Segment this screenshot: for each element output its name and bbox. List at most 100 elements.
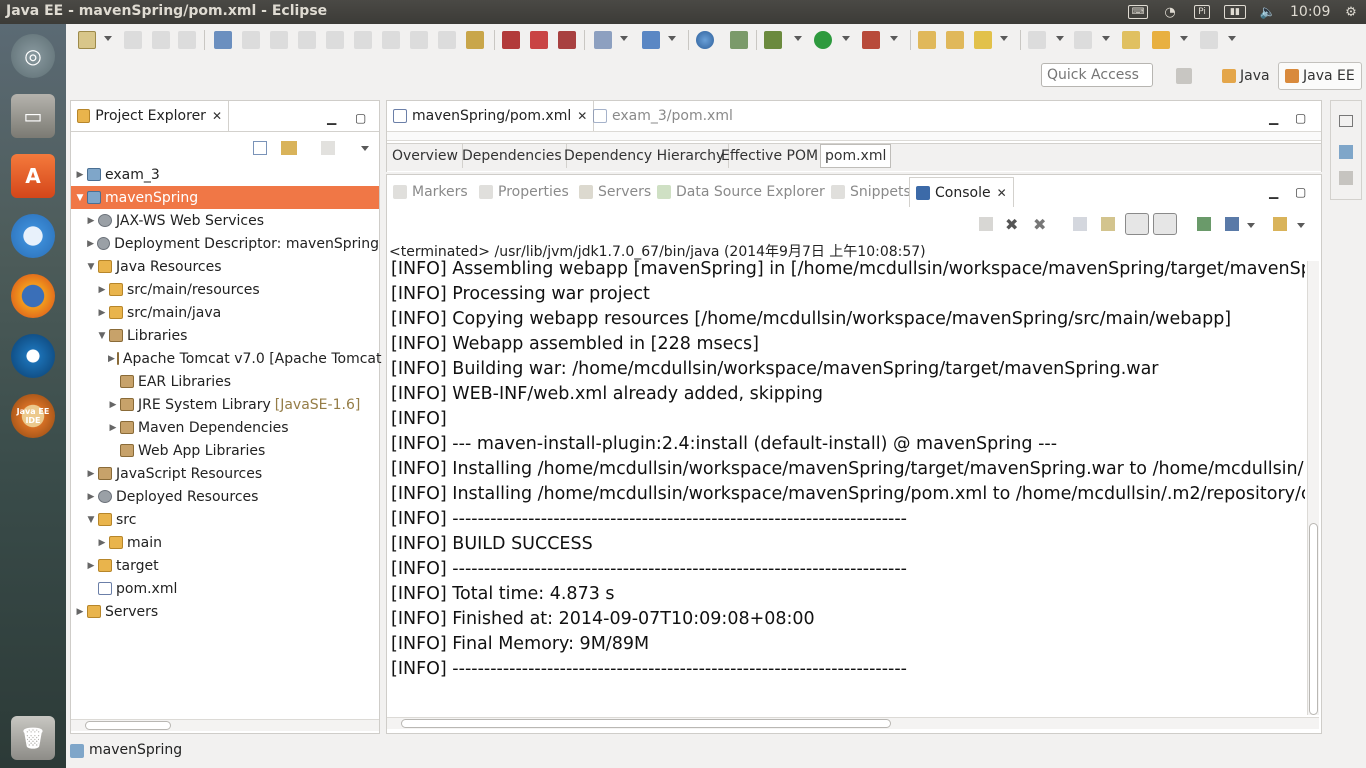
tree-item[interactable]: ▶ Maven Dependencies	[71, 416, 379, 439]
expand-toggle-icon[interactable]: ▶	[108, 354, 115, 364]
trash-icon[interactable]: 🗑	[7, 712, 59, 764]
pin-console-icon[interactable]	[1197, 217, 1211, 231]
search-icon[interactable]	[974, 31, 992, 49]
expand-toggle-icon[interactable]: ▶	[86, 469, 96, 479]
tree-item[interactable]: ▼ Libraries	[71, 324, 379, 347]
tab-exam3-pom[interactable]: exam_3/pom.xml	[587, 101, 739, 131]
minimize-icon[interactable]: ▁	[1269, 185, 1278, 199]
expand-toggle-icon[interactable]: ▶	[75, 607, 85, 617]
open-task-icon[interactable]	[946, 31, 964, 49]
terminate-icon[interactable]	[298, 31, 316, 49]
external-tools-icon[interactable]	[862, 31, 880, 49]
tab-data-source-explorer[interactable]: Data Source Explorer	[651, 177, 831, 207]
terminate-icon[interactable]	[979, 217, 993, 231]
remove-launch-icon[interactable]: ✖	[1005, 215, 1018, 234]
dash-home-icon[interactable]: ◎	[7, 30, 59, 82]
expand-toggle-icon[interactable]: ▶	[97, 285, 107, 295]
tab-snippets[interactable]: Snippets	[825, 177, 917, 207]
display-selected-console-icon[interactable]	[1225, 217, 1239, 231]
perspective-java-ee[interactable]: Java EE	[1278, 62, 1362, 90]
tree-item[interactable]: Web App Libraries	[71, 439, 379, 462]
tree-item[interactable]: ▶ JavaScript Resources	[71, 462, 379, 485]
task-list-icon[interactable]	[1339, 171, 1353, 185]
console-horizontal-scrollbar[interactable]	[387, 717, 1319, 729]
tab-project-explorer[interactable]: Project Explorer ✕	[71, 101, 229, 131]
tree-item[interactable]: ▶ src/main/resources	[71, 278, 379, 301]
remove-all-terminated-icon[interactable]: ✖	[1033, 215, 1046, 234]
tree-item[interactable]: ▶ JAX-WS Web Services	[71, 209, 379, 232]
console-vertical-scrollbar[interactable]	[1307, 261, 1319, 715]
resume-icon[interactable]	[242, 31, 260, 49]
save-icon[interactable]	[124, 31, 142, 49]
step-return-icon[interactable]	[410, 31, 428, 49]
maximize-icon[interactable]: ▢	[355, 111, 366, 125]
settings-icon[interactable]: ⚙	[1340, 0, 1362, 24]
tab-properties[interactable]: Properties	[473, 177, 575, 207]
subtab-dependency-hierarchy[interactable]: Dependency Hierarchy	[560, 144, 730, 168]
new-icon[interactable]	[78, 31, 96, 49]
print-icon[interactable]	[178, 31, 196, 49]
previous-annotation-icon[interactable]	[1074, 31, 1092, 49]
expand-toggle-icon[interactable]: ▶	[86, 239, 95, 249]
run-on-server-icon[interactable]	[730, 31, 748, 49]
link-with-editor-icon[interactable]	[281, 141, 297, 155]
restore-icon[interactable]	[1339, 115, 1353, 127]
disconnect-icon[interactable]	[326, 31, 344, 49]
pidgin-icon[interactable]: Pi	[1190, 0, 1214, 24]
tree-item[interactable]: ▶ target	[71, 554, 379, 577]
server-publish-icon[interactable]	[558, 31, 576, 49]
tab-mavenspring-pom[interactable]: mavenSpring/pom.xml ✕	[387, 101, 595, 131]
subtab-overview[interactable]: Overview	[388, 144, 463, 168]
tree-item[interactable]: ▼ src	[71, 508, 379, 531]
tree-item[interactable]: ▼ mavenSpring	[71, 186, 379, 209]
wifi-icon[interactable]: ◔	[1158, 0, 1182, 24]
back-icon[interactable]	[1152, 31, 1170, 49]
server-restart-icon[interactable]	[530, 31, 548, 49]
tab-markers[interactable]: Markers	[387, 177, 474, 207]
expand-toggle-icon[interactable]: ▶	[97, 308, 107, 318]
editor-scrollbar[interactable]	[387, 131, 1321, 141]
clock[interactable]: 10:09	[1290, 4, 1330, 20]
tree-item[interactable]: ▶ Apache Tomcat v7.0 [Apache Tomcat	[71, 347, 381, 370]
battery-icon[interactable]: ▮▮	[1222, 0, 1248, 24]
expand-toggle-icon[interactable]: ▶	[86, 216, 96, 226]
step-into-icon[interactable]	[354, 31, 372, 49]
expand-toggle-icon[interactable]: ▶	[86, 561, 96, 571]
server-stop-icon[interactable]	[502, 31, 520, 49]
tree-item[interactable]: EAR Libraries	[71, 370, 379, 393]
expand-toggle-icon[interactable]: ▼	[97, 331, 107, 341]
expand-toggle-icon[interactable]: ▼	[86, 262, 96, 272]
subtab-pom-xml[interactable]: pom.xml	[820, 144, 892, 168]
new-dropdown-icon[interactable]	[104, 36, 112, 41]
keyboard-icon[interactable]: ⌨	[1126, 0, 1150, 24]
forward-icon[interactable]	[1200, 31, 1218, 49]
tree-item[interactable]: pom.xml	[71, 577, 379, 600]
tree-item[interactable]: ▶ JRE System Library [JavaSE-1.6]	[71, 393, 379, 416]
explorer-horizontal-scrollbar[interactable]	[71, 719, 379, 731]
open-type-icon[interactable]	[918, 31, 936, 49]
expand-toggle-icon[interactable]: ▼	[86, 515, 96, 525]
close-icon[interactable]: ✕	[997, 186, 1007, 200]
step-over-icon[interactable]	[382, 31, 400, 49]
tab-console[interactable]: Console ✕	[909, 177, 1014, 207]
tab-servers[interactable]: Servers	[573, 177, 657, 207]
new-web-icon[interactable]	[642, 31, 660, 49]
tree-item[interactable]: ▶ Deployment Descriptor: mavenSpring	[71, 232, 379, 255]
chromium-icon[interactable]	[7, 210, 59, 262]
tree-item[interactable]: ▶ src/main/java	[71, 301, 379, 324]
tree-item[interactable]: ▶ Deployed Resources	[71, 485, 379, 508]
maximize-icon[interactable]: ▢	[1295, 185, 1306, 199]
open-web-browser-icon[interactable]	[696, 31, 714, 49]
software-center-icon[interactable]: A	[7, 150, 59, 202]
maximize-icon[interactable]: ▢	[1295, 111, 1306, 125]
expand-toggle-icon[interactable]: ▶	[108, 423, 118, 433]
save-all-icon[interactable]	[152, 31, 170, 49]
view-menu-icon[interactable]	[361, 146, 369, 151]
perspective-java[interactable]: Java	[1216, 62, 1276, 90]
tree-item[interactable]: ▼ Java Resources	[71, 255, 379, 278]
minimize-icon[interactable]: ▁	[327, 111, 336, 125]
quick-access-input[interactable]	[1041, 63, 1153, 87]
suspend-icon[interactable]	[270, 31, 288, 49]
collapse-all-icon[interactable]	[253, 141, 267, 155]
focus-icon[interactable]	[321, 141, 335, 155]
